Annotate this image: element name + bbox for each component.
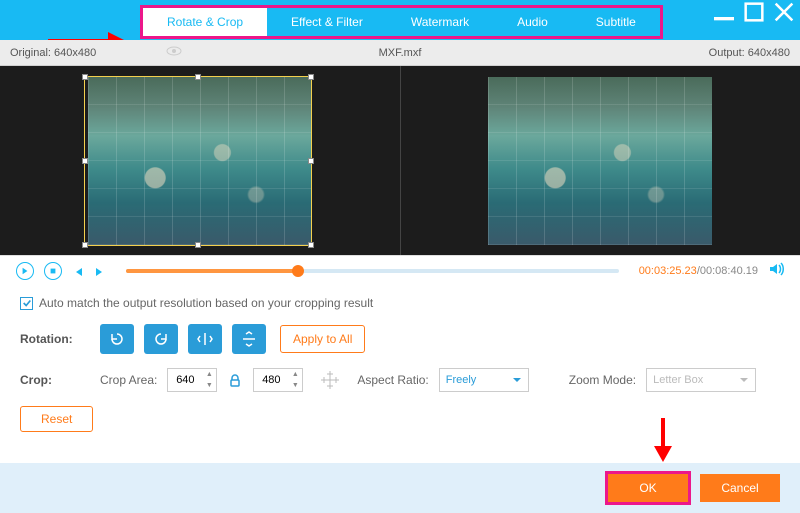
crop-width-input[interactable]: ▲▼: [167, 368, 217, 392]
rotate-right-icon[interactable]: [144, 324, 178, 354]
tab-subtitle[interactable]: Subtitle: [572, 8, 660, 36]
flip-vertical-icon[interactable]: [232, 324, 266, 354]
seek-knob[interactable]: [292, 265, 304, 277]
center-crop-icon[interactable]: [319, 369, 341, 391]
automatch-label: Auto match the output resolution based o…: [39, 296, 373, 310]
aspect-ratio-value: Freely: [446, 374, 477, 386]
info-bar: Original: 640x480 MXF.mxf Output: 640x48…: [0, 40, 800, 66]
apply-to-all-button[interactable]: Apply to All: [280, 325, 365, 353]
crop-width-field[interactable]: [168, 374, 202, 386]
tab-watermark[interactable]: Watermark: [387, 8, 493, 36]
reset-button[interactable]: Reset: [20, 406, 93, 432]
tabs-container: Rotate & Crop Effect & Filter Watermark …: [140, 5, 663, 39]
crop-handle[interactable]: [82, 74, 88, 80]
preview-area: [0, 66, 800, 256]
crop-handle[interactable]: [195, 242, 201, 248]
crop-handle[interactable]: [308, 242, 314, 248]
crop-handle[interactable]: [308, 158, 314, 164]
tab-audio[interactable]: Audio: [493, 8, 572, 36]
zoom-mode-label: Zoom Mode:: [569, 373, 636, 387]
spin-up[interactable]: ▲: [288, 369, 302, 380]
maximize-icon[interactable]: [744, 2, 764, 22]
footer: OK Cancel: [0, 463, 800, 513]
rotate-left-icon[interactable]: [100, 324, 134, 354]
flip-horizontal-icon[interactable]: [188, 324, 222, 354]
cancel-button[interactable]: Cancel: [700, 474, 780, 502]
crop-area-label: Crop Area:: [100, 373, 157, 387]
minimize-icon[interactable]: [714, 2, 734, 22]
spin-down[interactable]: ▼: [202, 380, 216, 391]
crop-handle[interactable]: [82, 242, 88, 248]
playbar: 00:03:25.23/00:08:40.19: [0, 256, 800, 286]
zoom-mode-select[interactable]: Letter Box: [646, 368, 756, 392]
crop-handle[interactable]: [308, 74, 314, 80]
time-current: 00:03:25.23: [639, 265, 697, 277]
eye-icon[interactable]: [166, 46, 182, 59]
filename: MXF.mxf: [379, 47, 422, 59]
aspect-ratio-select[interactable]: Freely: [439, 368, 529, 392]
crop-handle[interactable]: [82, 158, 88, 164]
settings-panel: Auto match the output resolution based o…: [0, 286, 800, 432]
preview-output: [400, 66, 800, 255]
next-frame-icon[interactable]: [94, 265, 106, 277]
rotation-label: Rotation:: [20, 332, 90, 346]
output-resolution: Output: 640x480: [709, 47, 790, 59]
play-icon[interactable]: [16, 262, 34, 280]
crop-height-field[interactable]: [254, 374, 288, 386]
seek-slider[interactable]: [126, 269, 619, 273]
seek-fill: [126, 269, 298, 273]
spin-down[interactable]: ▼: [288, 380, 302, 391]
preview-original[interactable]: [0, 66, 400, 255]
crop-handle[interactable]: [195, 74, 201, 80]
crop-label: Crop:: [20, 373, 90, 387]
lock-aspect-icon[interactable]: [227, 372, 243, 388]
zoom-mode-value: Letter Box: [653, 374, 703, 386]
tab-effect-filter[interactable]: Effect & Filter: [267, 8, 387, 36]
time-total: 00:08:40.19: [700, 265, 758, 277]
crop-height-input[interactable]: ▲▼: [253, 368, 303, 392]
aspect-ratio-label: Aspect Ratio:: [357, 373, 428, 387]
tab-rotate-crop[interactable]: Rotate & Crop: [143, 8, 267, 36]
spin-up[interactable]: ▲: [202, 369, 216, 380]
prev-frame-icon[interactable]: [72, 265, 84, 277]
annotation-arrow-ok: [654, 418, 672, 462]
original-resolution: Original: 640x480: [10, 47, 96, 59]
video-thumbnail-right: [488, 77, 712, 245]
stop-icon[interactable]: [44, 262, 62, 280]
ok-button[interactable]: OK: [608, 474, 688, 502]
crop-rectangle[interactable]: [84, 76, 312, 246]
volume-icon[interactable]: [768, 261, 784, 282]
automatch-checkbox[interactable]: [20, 297, 33, 310]
close-icon[interactable]: [774, 2, 794, 22]
